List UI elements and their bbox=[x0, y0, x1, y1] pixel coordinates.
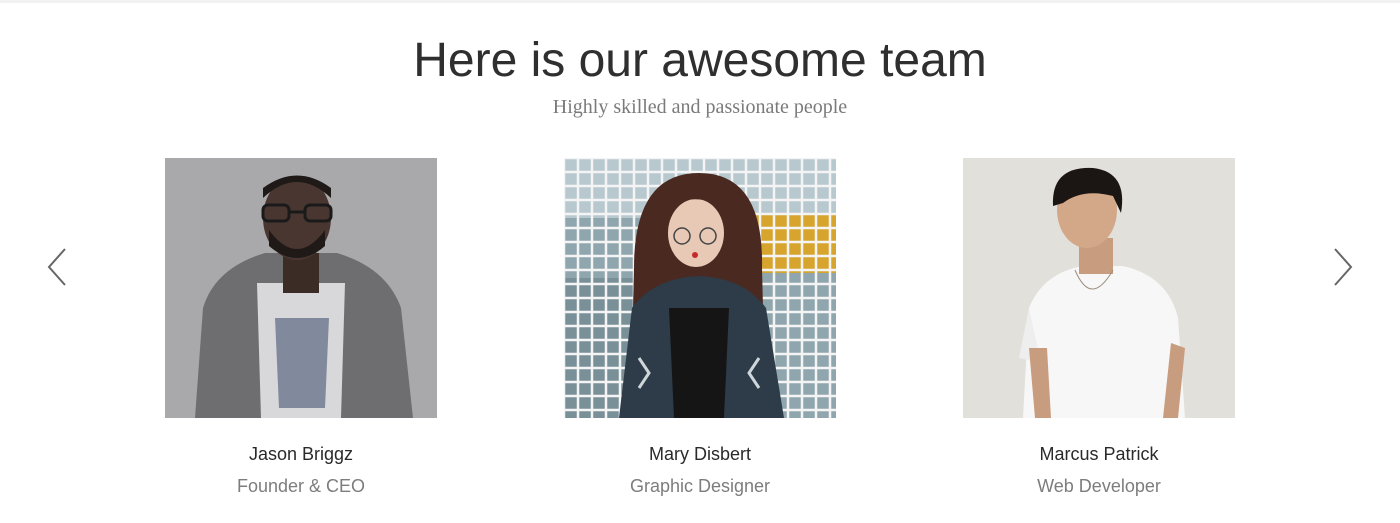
team-member-card: Marcus Patrick Web Developer bbox=[963, 158, 1235, 497]
member-photo bbox=[564, 158, 836, 418]
member-name: Mary Disbert bbox=[648, 444, 751, 464]
carousel-next-button[interactable] bbox=[1332, 246, 1354, 288]
section-title: Here is our awesome team bbox=[413, 34, 987, 87]
member-role: Graphic Designer bbox=[629, 476, 771, 496]
member-name: Marcus Patrick bbox=[1039, 444, 1159, 464]
member-photo bbox=[963, 158, 1235, 418]
team-member-card: Mary Disbert Graphic Designer bbox=[564, 158, 836, 497]
carousel-prev-button[interactable] bbox=[46, 246, 68, 288]
team-member-card: Jason Briggz Founder & CEO bbox=[165, 158, 437, 497]
member-role: Founder & CEO bbox=[236, 476, 366, 496]
member-photo bbox=[165, 158, 437, 418]
top-divider bbox=[0, 0, 1400, 3]
chevron-right-icon bbox=[1334, 248, 1353, 286]
member-role: Web Developer bbox=[1037, 476, 1161, 496]
member-name: Jason Briggz bbox=[248, 444, 354, 464]
section-subtitle: Highly skilled and passionate people bbox=[552, 96, 848, 118]
chevron-left-icon bbox=[47, 248, 66, 286]
